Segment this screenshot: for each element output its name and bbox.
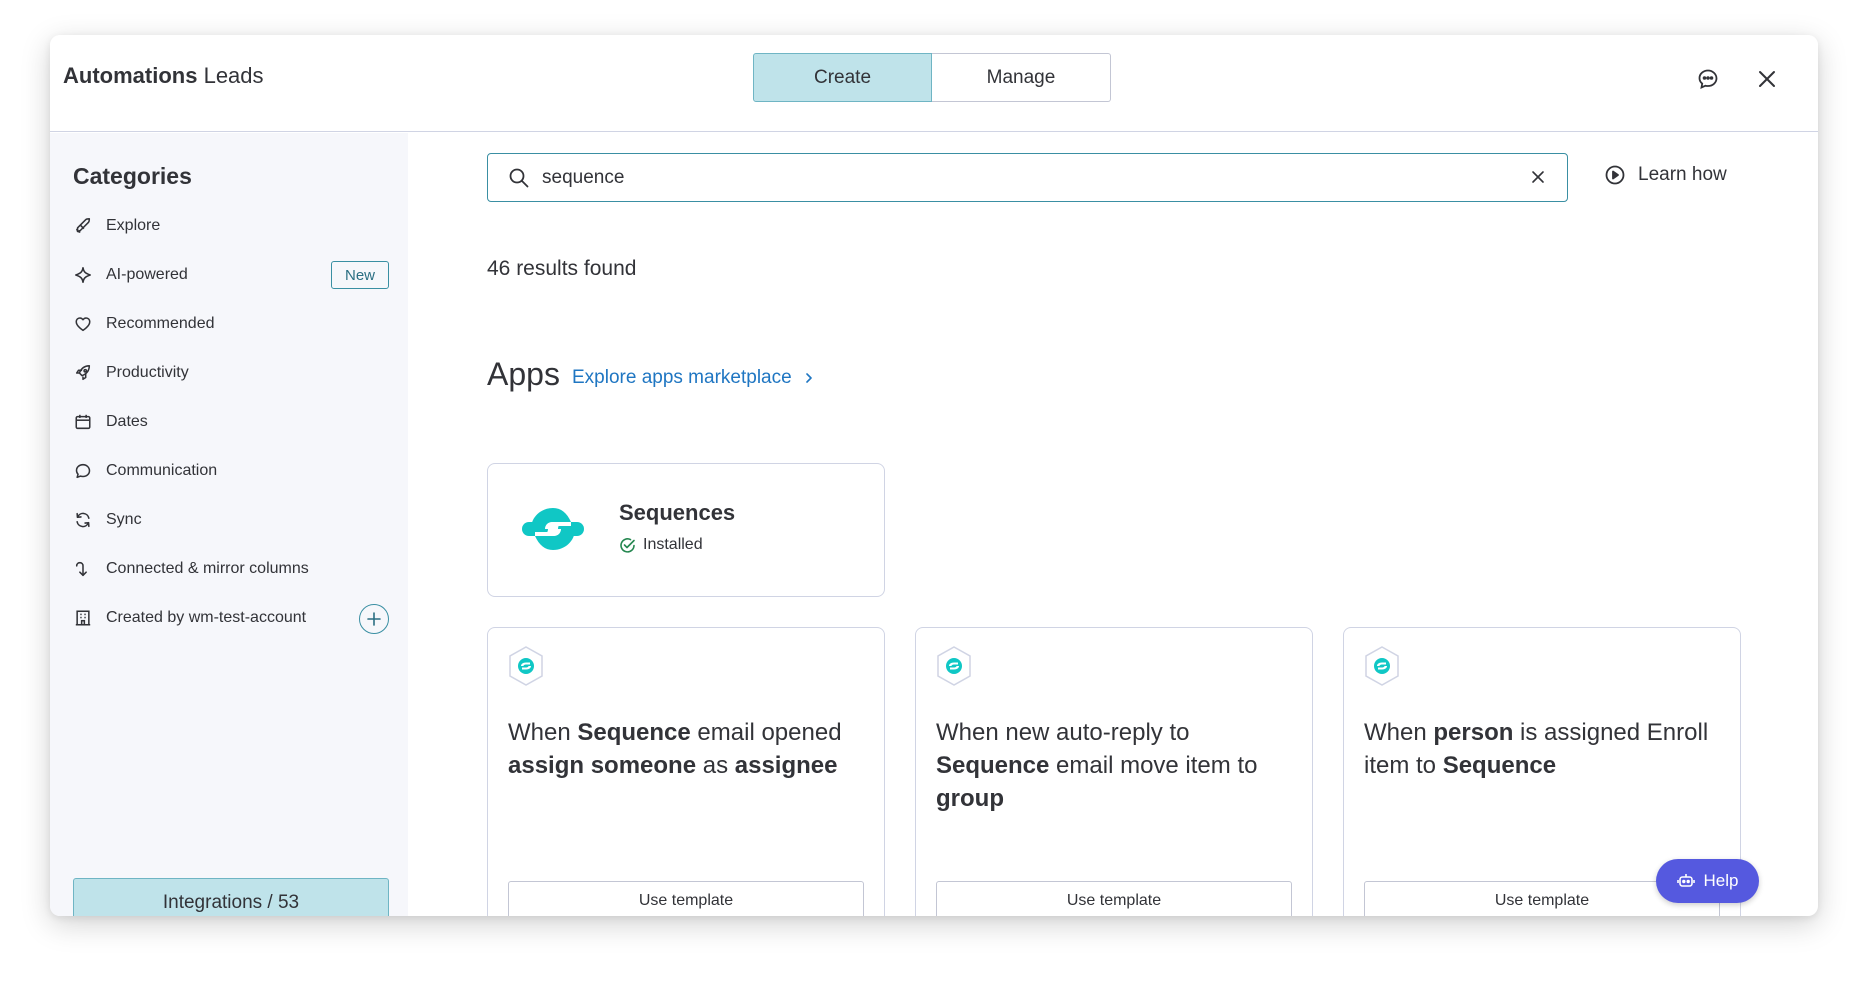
app-card-sequences[interactable]: Sequences Installed (487, 463, 885, 597)
calendar-icon (73, 412, 93, 432)
explore-apps-marketplace-link[interactable]: Explore apps marketplace (572, 367, 814, 389)
apps-link-label: Explore apps marketplace (572, 367, 792, 388)
close-icon[interactable] (1753, 65, 1781, 93)
template-text: When (508, 719, 578, 746)
app-status-label: Installed (643, 536, 703, 553)
sidebar-item-recommended[interactable]: Recommended (73, 309, 215, 339)
rocket-launch-icon (73, 363, 93, 383)
categories-sidebar: Categories Explore AI-powered New Recomm… (50, 133, 408, 916)
template-description: When Sequence email opened assign someon… (508, 716, 868, 782)
template-keyword: person (1433, 719, 1514, 746)
chevron-right-icon (804, 372, 814, 384)
sidebar-item-ai-powered[interactable]: AI-powered (73, 260, 188, 290)
search-bar (487, 153, 1568, 202)
modal-header: Automations Leads Create Manage (50, 35, 1818, 132)
play-circle-icon (1604, 164, 1626, 186)
rocket-icon (73, 216, 93, 236)
sidebar-item-dates[interactable]: Dates (73, 407, 148, 437)
sidebar-item-label: Communication (106, 462, 218, 479)
template-card[interactable]: When Sequence email opened assign someon… (487, 627, 885, 916)
sidebar-item-label: Productivity (106, 364, 189, 381)
chat-bubble-icon[interactable] (1694, 65, 1722, 93)
categories-title: Categories (73, 163, 192, 189)
sequences-hex-icon (1364, 646, 1400, 691)
use-template-button[interactable]: Use template (936, 881, 1292, 916)
sidebar-item-label: Sync (106, 511, 142, 528)
template-text: as (696, 752, 735, 779)
automations-modal: Automations Leads Create Manage Categori… (50, 35, 1818, 916)
sidebar-item-connected-mirror[interactable]: Connected & mirror columns (73, 554, 309, 584)
template-description: When person is assigned Enroll item to S… (1364, 716, 1724, 782)
plus-icon (367, 612, 381, 626)
sidebar-item-created-by[interactable]: Created by wm-test-account (73, 603, 306, 633)
search-input[interactable] (542, 164, 1502, 192)
template-keyword: Sequence (1442, 752, 1557, 779)
check-circle-icon (619, 537, 636, 554)
template-text: When (1364, 719, 1434, 746)
speech-bubble-icon (73, 461, 93, 481)
app-status: Installed (619, 536, 703, 554)
template-text: email opened (690, 719, 842, 746)
results-count: 46 results found (487, 257, 637, 280)
sidebar-item-sync[interactable]: Sync (73, 505, 142, 535)
create-manage-toggle: Create Manage (753, 53, 1111, 102)
search-icon (508, 167, 530, 194)
template-keyword: assign someone (508, 752, 697, 779)
sequences-hex-icon (936, 646, 972, 691)
template-keyword: Sequence (936, 752, 1050, 779)
sparkle-icon (73, 265, 93, 285)
template-keyword: group (936, 785, 1004, 812)
learn-how-link[interactable]: Learn how (1604, 164, 1727, 186)
sync-icon (73, 510, 93, 530)
main-content: Learn how 46 results found Apps Explore … (408, 133, 1818, 916)
template-text: email move item to (1049, 752, 1258, 779)
modal-title: Automations Leads (63, 63, 264, 89)
use-template-button[interactable]: Use template (508, 881, 864, 916)
add-category-button[interactable] (359, 604, 389, 634)
title-board-name: Leads (203, 63, 264, 88)
template-card[interactable]: When new auto-reply to Sequence email mo… (915, 627, 1313, 916)
building-icon (73, 608, 93, 628)
robot-icon (1676, 872, 1695, 890)
heart-icon (73, 314, 93, 334)
sequences-hex-icon (508, 646, 544, 691)
template-keyword: Sequence (577, 719, 691, 746)
tab-manage[interactable]: Manage (932, 53, 1111, 102)
sidebar-item-communication[interactable]: Communication (73, 456, 217, 486)
title-automations: Automations (63, 63, 198, 88)
apps-section-title: Apps (487, 356, 560, 392)
connect-arrow-icon (73, 559, 93, 579)
sidebar-item-label: Connected & mirror columns (106, 560, 309, 577)
help-button[interactable]: Help (1656, 859, 1759, 903)
sidebar-item-label: Explore (106, 217, 161, 234)
sidebar-item-explore[interactable]: Explore (73, 211, 160, 241)
template-text: When new auto-reply to (936, 719, 1190, 746)
sidebar-item-label: Dates (106, 413, 148, 430)
template-description: When new auto-reply to Sequence email mo… (936, 716, 1296, 815)
sidebar-item-label: Created by wm-test-account (106, 609, 307, 626)
sequences-logo-icon (520, 504, 586, 559)
sidebar-item-label: Recommended (106, 315, 215, 332)
sidebar-item-productivity[interactable]: Productivity (73, 358, 189, 388)
tab-create[interactable]: Create (753, 53, 932, 102)
new-badge: New (331, 261, 389, 289)
help-label: Help (1703, 871, 1739, 890)
clear-search-icon[interactable] (1529, 168, 1547, 191)
sidebar-item-label: AI-powered (106, 266, 188, 283)
learn-how-label: Learn how (1638, 164, 1727, 185)
template-keyword: assignee (734, 752, 838, 779)
integrations-button[interactable]: Integrations / 53 (73, 878, 389, 916)
app-name: Sequences (619, 500, 736, 525)
